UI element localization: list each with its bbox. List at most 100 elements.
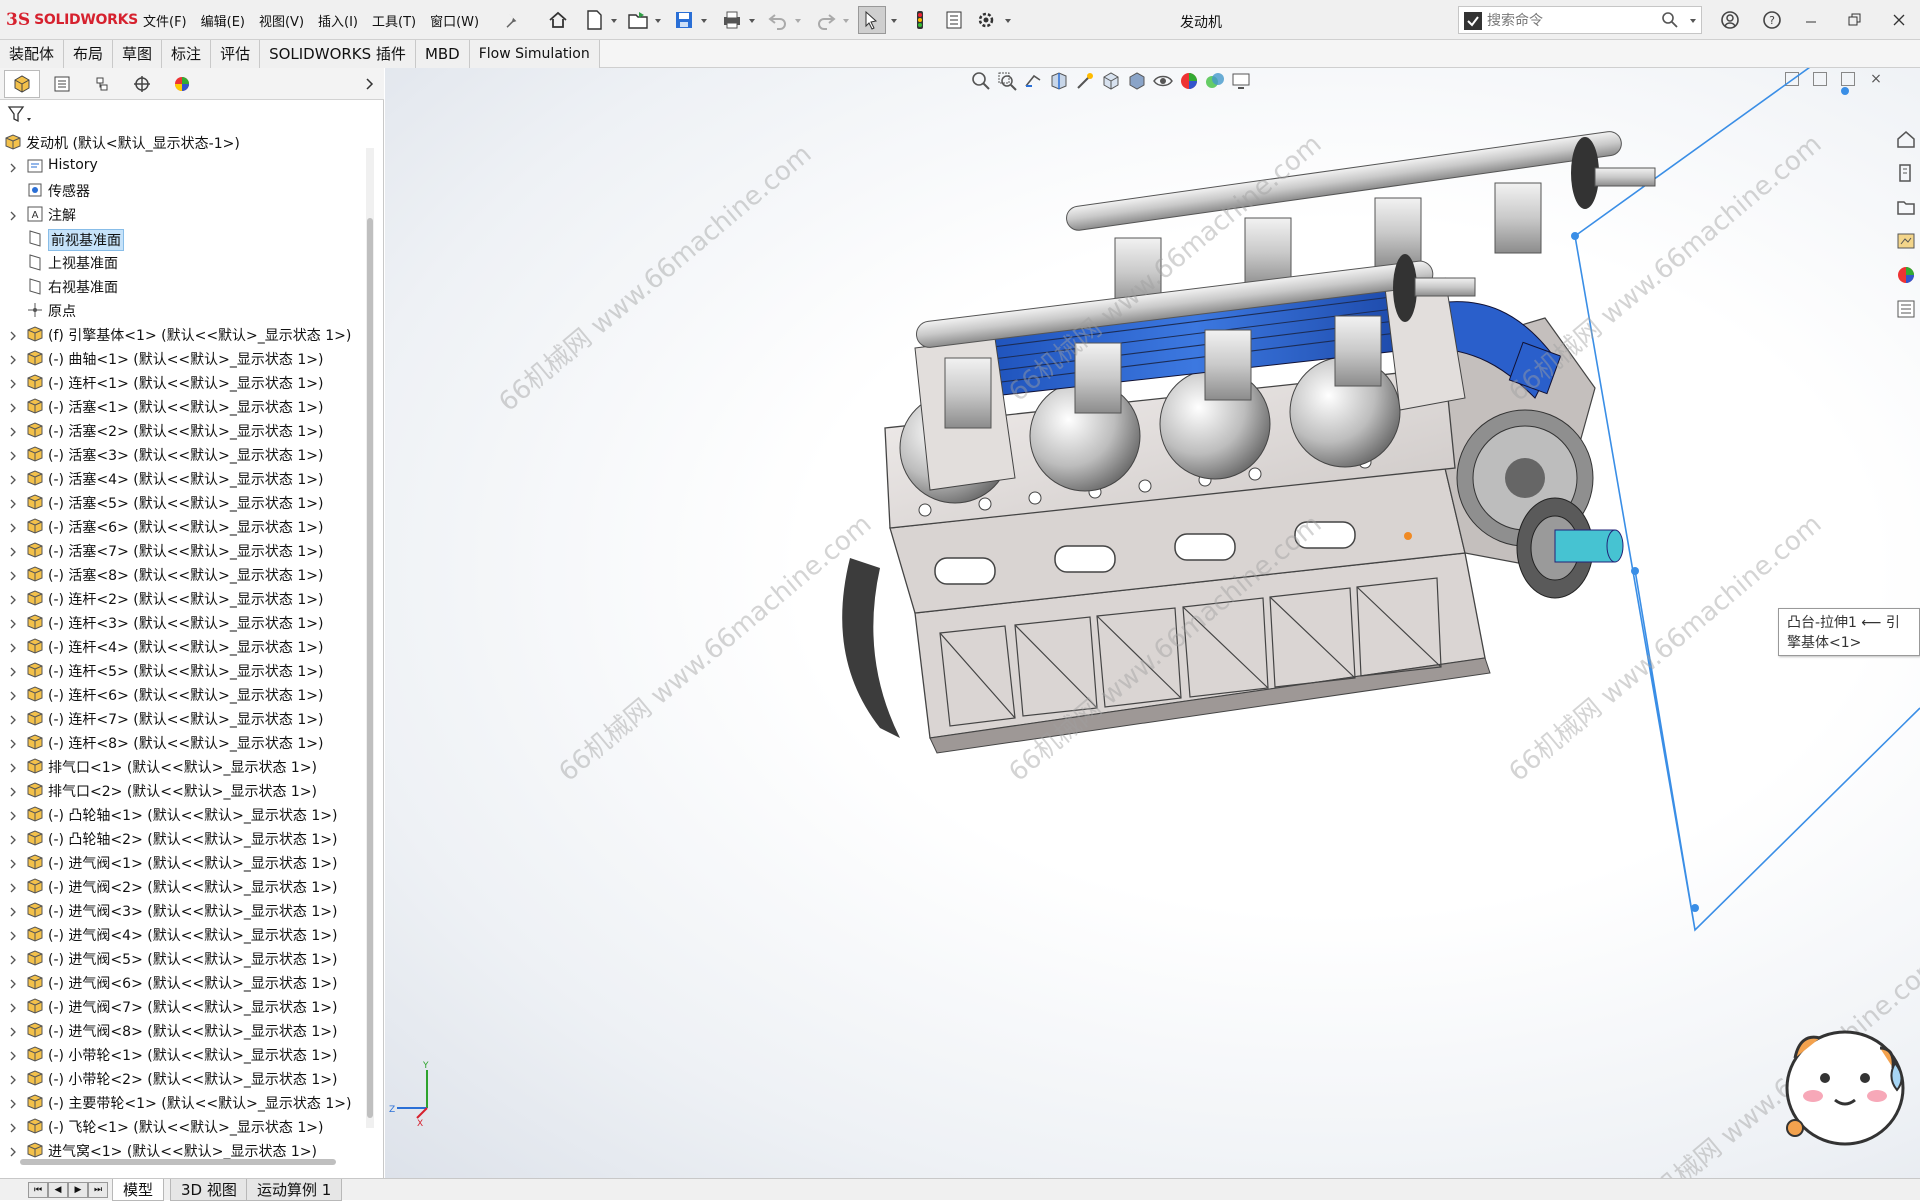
tab-3d-view[interactable]: 3D 视图 xyxy=(170,1179,248,1201)
chevron-right-icon[interactable] xyxy=(8,161,18,173)
tree-component-item[interactable]: (-) 进气阀<8> (默认<<默认>_显示状态 1>) xyxy=(0,1018,370,1042)
chevron-right-icon[interactable] xyxy=(8,689,18,701)
tab-markup[interactable]: 标注 xyxy=(162,40,212,68)
save-icon[interactable] xyxy=(670,6,698,34)
tree-component-item[interactable]: (-) 进气阀<4> (默认<<默认>_显示状态 1>) xyxy=(0,922,370,946)
tab-evaluate[interactable]: 评估 xyxy=(211,40,261,68)
tree-component-item[interactable]: (f) 引擎基体<1> (默认<<默认>_显示状态 1>) xyxy=(0,322,370,346)
tree-component-item[interactable]: (-) 进气阀<6> (默认<<默认>_显示状态 1>) xyxy=(0,970,370,994)
tree-component-item[interactable]: (-) 飞轮<1> (默认<<默认>_显示状态 1>) xyxy=(0,1114,370,1138)
user-account-icon[interactable] xyxy=(1716,6,1744,34)
chevron-right-icon[interactable] xyxy=(8,353,18,365)
tree-component-item[interactable]: (-) 小带轮<2> (默认<<默认>_显示状态 1>) xyxy=(0,1066,370,1090)
graphics-viewport[interactable]: × 凸台-拉伸1 ⟵ 引擎基体<1> 66机械网 www.66machine.c… xyxy=(385,68,1920,1178)
tree-component-item[interactable]: (-) 活塞<2> (默认<<默认>_显示状态 1>) xyxy=(0,418,370,442)
previous-view-icon[interactable] xyxy=(1022,70,1044,92)
open-folder-icon[interactable] xyxy=(624,6,652,34)
tab-flow-simulation[interactable]: Flow Simulation xyxy=(469,40,600,68)
tree-component-item[interactable]: (-) 进气阀<7> (默认<<默认>_显示状态 1>) xyxy=(0,994,370,1018)
tree-horizontal-scrollbar[interactable] xyxy=(20,1158,340,1166)
tree-component-item[interactable]: 排气口<1> (默认<<默认>_显示状态 1>) xyxy=(0,754,370,778)
help-icon[interactable]: ? xyxy=(1758,6,1786,34)
view-settings-icon[interactable] xyxy=(1230,70,1252,92)
last-tab-arrow-icon[interactable]: ⏭ xyxy=(88,1182,108,1198)
chevron-right-icon[interactable] xyxy=(8,857,18,869)
prev-tab-arrow-icon[interactable]: ◀ xyxy=(48,1182,68,1198)
view-palette-icon[interactable] xyxy=(1895,230,1917,252)
redo-icon[interactable] xyxy=(812,6,840,34)
tree-component-item[interactable]: (-) 进气阀<1> (默认<<默认>_显示状态 1>) xyxy=(0,850,370,874)
tree-component-item[interactable]: 排气口<2> (默认<<默认>_显示状态 1>) xyxy=(0,778,370,802)
chevron-right-icon[interactable] xyxy=(8,1145,18,1157)
tree-component-item[interactable]: (-) 连杆<3> (默认<<默认>_显示状态 1>) xyxy=(0,610,370,634)
tab-motion-study[interactable]: 运动算例 1 xyxy=(246,1179,343,1201)
apply-scene-icon[interactable] xyxy=(1204,70,1226,92)
tree-component-item[interactable]: (-) 进气阀<2> (默认<<默认>_显示状态 1>) xyxy=(0,874,370,898)
tree-component-item[interactable]: (-) 主要带轮<1> (默认<<默认>_显示状态 1>) xyxy=(0,1090,370,1114)
chevron-down-icon[interactable] xyxy=(748,14,756,24)
file-explorer-icon[interactable] xyxy=(1895,196,1917,218)
tree-item-annotation[interactable]: A 注解 xyxy=(0,202,370,226)
menu-edit[interactable]: 编辑(E) xyxy=(194,11,252,30)
property-manager-tab-icon[interactable] xyxy=(44,70,80,98)
design-library-icon[interactable] xyxy=(1895,162,1917,184)
tree-component-item[interactable]: (-) 凸轮轴<1> (默认<<默认>_显示状态 1>) xyxy=(0,802,370,826)
scrollbar-thumb[interactable] xyxy=(367,218,373,1118)
chevron-right-icon[interactable] xyxy=(8,473,18,485)
chevron-right-icon[interactable] xyxy=(8,977,18,989)
section-view-icon[interactable] xyxy=(1048,70,1070,92)
tab-model[interactable]: 模型 xyxy=(112,1179,165,1201)
chevron-right-icon[interactable] xyxy=(8,377,18,389)
search-input[interactable]: 搜索命令 xyxy=(1487,10,1543,30)
chevron-right-icon[interactable] xyxy=(8,1097,18,1109)
chevron-right-icon[interactable] xyxy=(8,1121,18,1133)
chevron-right-icon[interactable] xyxy=(8,761,18,773)
hide-show-items-icon[interactable] xyxy=(1152,70,1174,92)
tree-item-plane[interactable]: 右视基准面 xyxy=(0,274,370,298)
zoom-to-fit-icon[interactable] xyxy=(970,70,992,92)
tree-item-history[interactable]: History xyxy=(0,154,370,178)
search-command-box[interactable]: 搜索命令 xyxy=(1458,6,1702,34)
tree-component-item[interactable]: (-) 连杆<6> (默认<<默认>_显示状态 1>) xyxy=(0,682,370,706)
tree-component-item[interactable]: (-) 活塞<3> (默认<<默认>_显示状态 1>) xyxy=(0,442,370,466)
menu-view[interactable]: 视图(V) xyxy=(252,11,311,30)
tree-component-item[interactable]: (-) 曲轴<1> (默认<<默认>_显示状态 1>) xyxy=(0,346,370,370)
view-orientation-icon[interactable] xyxy=(1100,70,1122,92)
chevron-right-icon[interactable] xyxy=(8,1049,18,1061)
chevron-right-icon[interactable] xyxy=(8,833,18,845)
chevron-right-icon[interactable] xyxy=(8,497,18,509)
appearances-icon[interactable] xyxy=(1895,264,1917,286)
tab-layout[interactable]: 布局 xyxy=(64,40,114,68)
tree-item-plane[interactable]: 上视基准面 xyxy=(0,250,370,274)
print-icon[interactable] xyxy=(718,6,746,34)
chevron-right-icon[interactable] xyxy=(8,1001,18,1013)
chevron-right-icon[interactable] xyxy=(8,1025,18,1037)
first-tab-arrow-icon[interactable]: ⏮ xyxy=(28,1182,48,1198)
chevron-right-icon[interactable] xyxy=(8,425,18,437)
chevron-right-icon[interactable] xyxy=(8,401,18,413)
undo-icon[interactable] xyxy=(764,6,792,34)
tab-solidworks-addins[interactable]: SOLIDWORKS 插件 xyxy=(260,40,416,68)
next-tab-arrow-icon[interactable]: ▶ xyxy=(68,1182,88,1198)
tree-root-assembly[interactable]: 发动机 (默认<默认_显示状态-1>) xyxy=(0,130,370,154)
filter-icon[interactable] xyxy=(6,104,36,126)
chevron-down-icon[interactable] xyxy=(794,14,802,24)
chevron-right-icon[interactable] xyxy=(8,785,18,797)
chevron-right-icon[interactable] xyxy=(8,737,18,749)
new-document-icon[interactable] xyxy=(580,6,608,34)
chevron-down-icon[interactable] xyxy=(610,14,618,24)
restore-window-button[interactable] xyxy=(1832,0,1878,40)
chevron-right-icon[interactable] xyxy=(8,905,18,917)
minimize-window-button[interactable] xyxy=(1788,0,1834,40)
tree-vertical-scrollbar[interactable] xyxy=(366,148,374,1128)
chevron-down-icon[interactable] xyxy=(1004,14,1012,24)
tree-component-item[interactable]: (-) 活塞<4> (默认<<默认>_显示状态 1>) xyxy=(0,466,370,490)
chevron-down-icon[interactable] xyxy=(842,14,850,24)
chevron-right-icon[interactable] xyxy=(8,953,18,965)
tree-component-item[interactable]: (-) 进气阀<5> (默认<<默认>_显示状态 1>) xyxy=(0,946,370,970)
tree-item-origin[interactable]: 原点 xyxy=(0,298,370,322)
tree-component-item[interactable]: (-) 进气阀<3> (默认<<默认>_显示状态 1>) xyxy=(0,898,370,922)
tree-component-item[interactable]: (-) 连杆<4> (默认<<默认>_显示状态 1>) xyxy=(0,634,370,658)
tree-component-item[interactable]: (-) 连杆<1> (默认<<默认>_显示状态 1>) xyxy=(0,370,370,394)
chevron-right-icon[interactable] xyxy=(8,329,18,341)
